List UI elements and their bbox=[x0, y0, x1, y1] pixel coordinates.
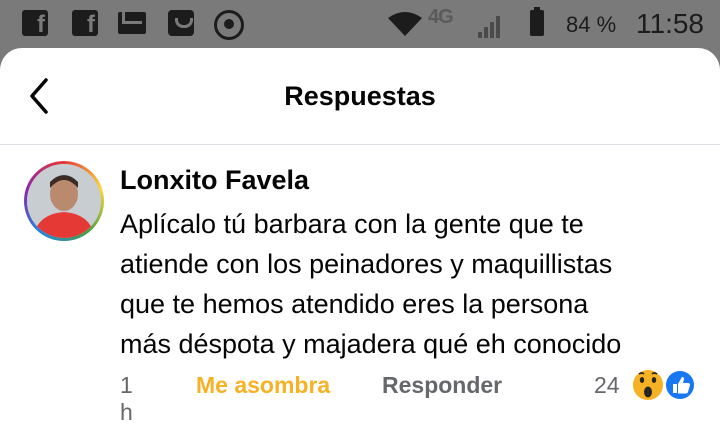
comment-line: que te hemos atendido eres la persona bbox=[120, 289, 589, 319]
reaction-summary[interactable] bbox=[631, 368, 701, 402]
wow-icon bbox=[631, 368, 665, 402]
facebook-notification-icon: f bbox=[72, 10, 98, 36]
like-icon bbox=[664, 369, 696, 401]
facebook-notification-icon: f bbox=[22, 10, 48, 36]
wifi-icon bbox=[388, 12, 422, 36]
clock: 11:58 bbox=[636, 8, 704, 39]
battery-icon bbox=[530, 7, 544, 36]
reaction-count[interactable]: 24 bbox=[594, 372, 620, 399]
reaction-button[interactable]: Me asombra bbox=[196, 372, 330, 399]
replies-sheet: Respuestas Lonxito Favela Aplícalo tú ba… bbox=[0, 48, 720, 427]
whatsapp-icon bbox=[214, 10, 244, 40]
shopping-icon bbox=[168, 10, 194, 36]
page-title: Respuestas bbox=[284, 81, 436, 111]
network-type-label: 4G bbox=[428, 6, 454, 28]
comment-line: atiende con los peinadores y maquillista… bbox=[120, 249, 613, 279]
status-bar: f f 4G 84 % 11:58 bbox=[0, 0, 720, 48]
avatar-photo bbox=[27, 164, 101, 238]
comment-line: Aplícalo tú barbara con la gente que te bbox=[120, 209, 584, 239]
reply-button[interactable]: Responder bbox=[382, 372, 502, 399]
comment-text: Aplícalo tú barbara con la gente que te … bbox=[120, 204, 710, 364]
mail-icon bbox=[118, 12, 146, 34]
comment-author[interactable]: Lonxito Favela bbox=[120, 165, 309, 196]
comment-line: más déspota y majadera qué eh conocido bbox=[120, 329, 622, 359]
avatar[interactable] bbox=[24, 161, 104, 241]
signal-icon bbox=[478, 16, 500, 38]
battery-level: 84 % bbox=[566, 12, 617, 37]
header: Respuestas bbox=[0, 48, 720, 145]
comment-timestamp: 1 h bbox=[120, 372, 133, 425]
